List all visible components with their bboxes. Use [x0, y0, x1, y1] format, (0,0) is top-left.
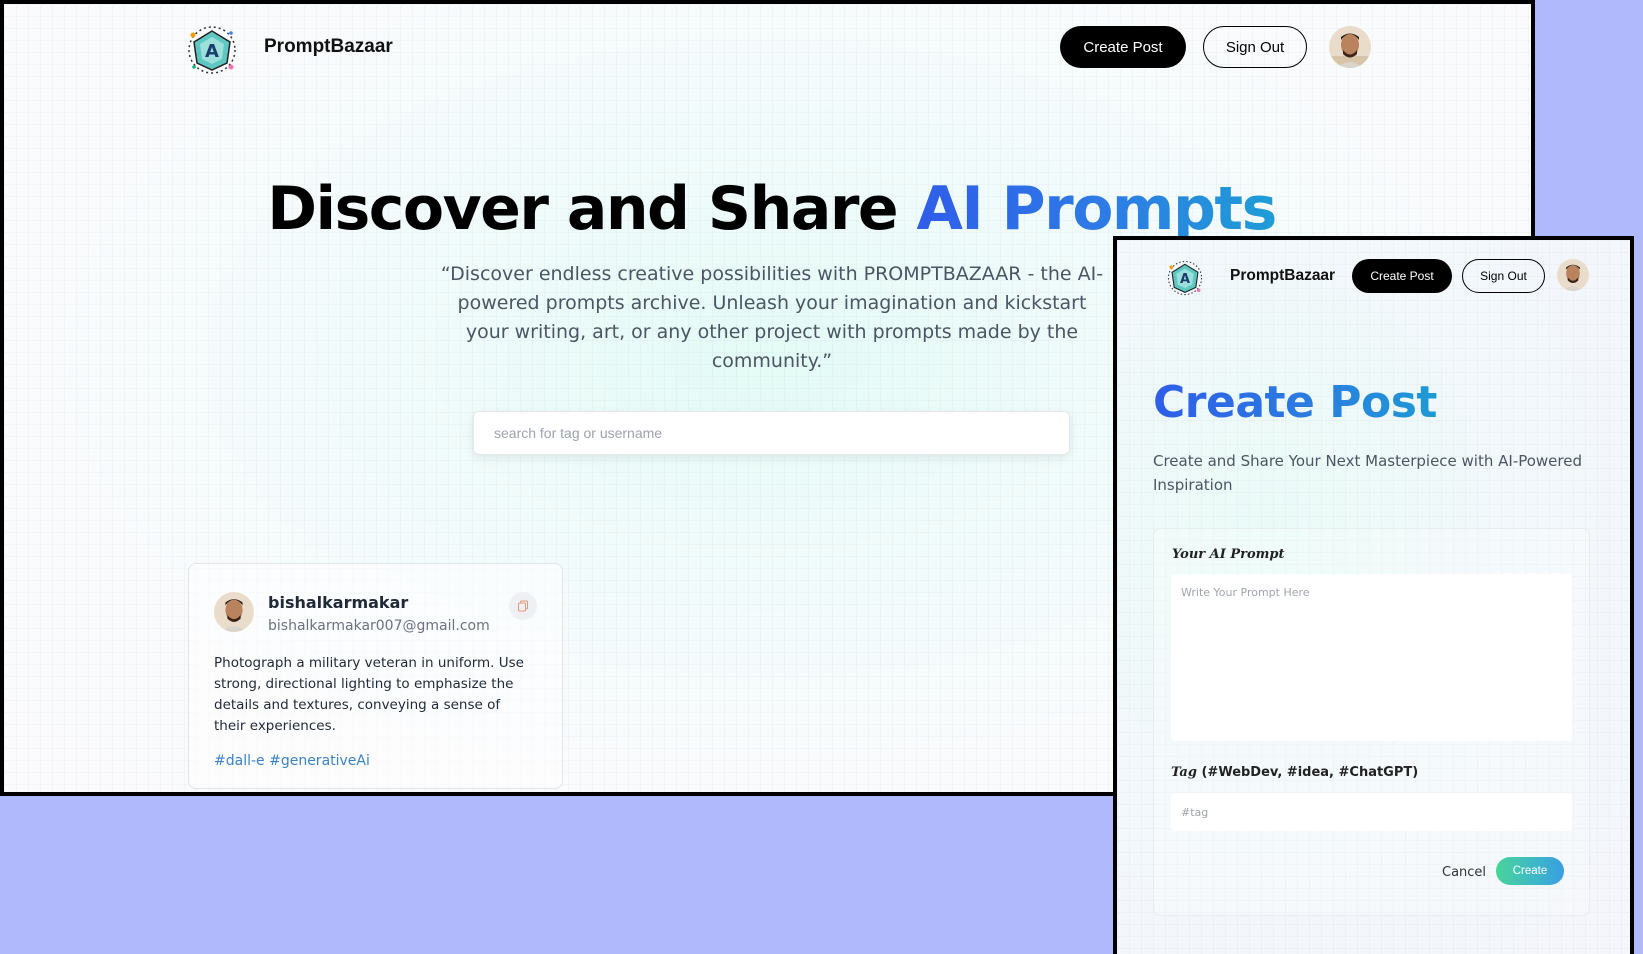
hero-description: “Discover endless creative possibilities…: [440, 263, 1104, 372]
promptbazaar-logo-small[interactable]: A: [1167, 260, 1203, 296]
sign-out-button-small[interactable]: Sign Out: [1462, 259, 1545, 293]
create-post-window: A PromptBazaar Create Post Sign Out Crea…: [1113, 236, 1634, 954]
brand-name[interactable]: PromptBazaar: [264, 36, 393, 58]
create-post-form: Your AI Prompt Tag (#WebDev, #idea, #Cha…: [1153, 528, 1590, 916]
copy-button[interactable]: [509, 592, 537, 620]
create-post-button[interactable]: Create Post: [1060, 26, 1186, 68]
create-post-button-small[interactable]: Create Post: [1352, 259, 1452, 293]
card-avatar[interactable]: [214, 592, 254, 632]
prompt-textarea[interactable]: [1171, 574, 1572, 741]
svg-text:A: A: [1180, 272, 1190, 287]
sign-out-button[interactable]: Sign Out: [1203, 26, 1307, 68]
create-button[interactable]: Create: [1496, 857, 1564, 885]
card-email: bishalkarmakar007@gmail.com: [268, 618, 490, 634]
cancel-link[interactable]: Cancel: [1442, 865, 1486, 880]
page-description: Create and Share Your Next Masterpiece w…: [1153, 452, 1583, 494]
promptbazaar-logo[interactable]: A: [187, 25, 237, 75]
svg-text:A: A: [205, 41, 219, 62]
copy-icon: [518, 600, 528, 612]
brand-name-small[interactable]: PromptBazaar: [1230, 267, 1335, 285]
hero-title: Discover and Share AI Prompts: [4, 174, 1531, 244]
tag-label-examples: (#WebDev, #idea, #ChatGPT): [1196, 765, 1419, 780]
profile-avatar-small[interactable]: [1557, 259, 1589, 291]
card-tags[interactable]: #dall-e #generativeAi: [214, 753, 370, 769]
hero-title-highlight: AI Prompts: [916, 174, 1278, 244]
card-prompt-text: Photograph a military veteran in uniform…: [214, 655, 524, 734]
page-title: Create Post: [1153, 377, 1437, 428]
home-navbar: A PromptBazaar Create Post Sign Out: [4, 4, 1531, 94]
tag-label-script: Tag: [1171, 765, 1197, 780]
search-input[interactable]: [473, 411, 1070, 455]
tag-label: Tag (#WebDev, #idea, #ChatGPT): [1171, 765, 1418, 780]
card-username[interactable]: bishalkarmakar: [268, 593, 408, 612]
profile-avatar[interactable]: [1329, 26, 1371, 68]
prompt-card[interactable]: bishalkarmakar bishalkarmakar007@gmail.c…: [188, 563, 563, 789]
prompt-label: Your AI Prompt: [1172, 547, 1285, 562]
tag-input[interactable]: [1171, 793, 1572, 831]
hero-title-text: Discover and Share: [267, 174, 917, 244]
